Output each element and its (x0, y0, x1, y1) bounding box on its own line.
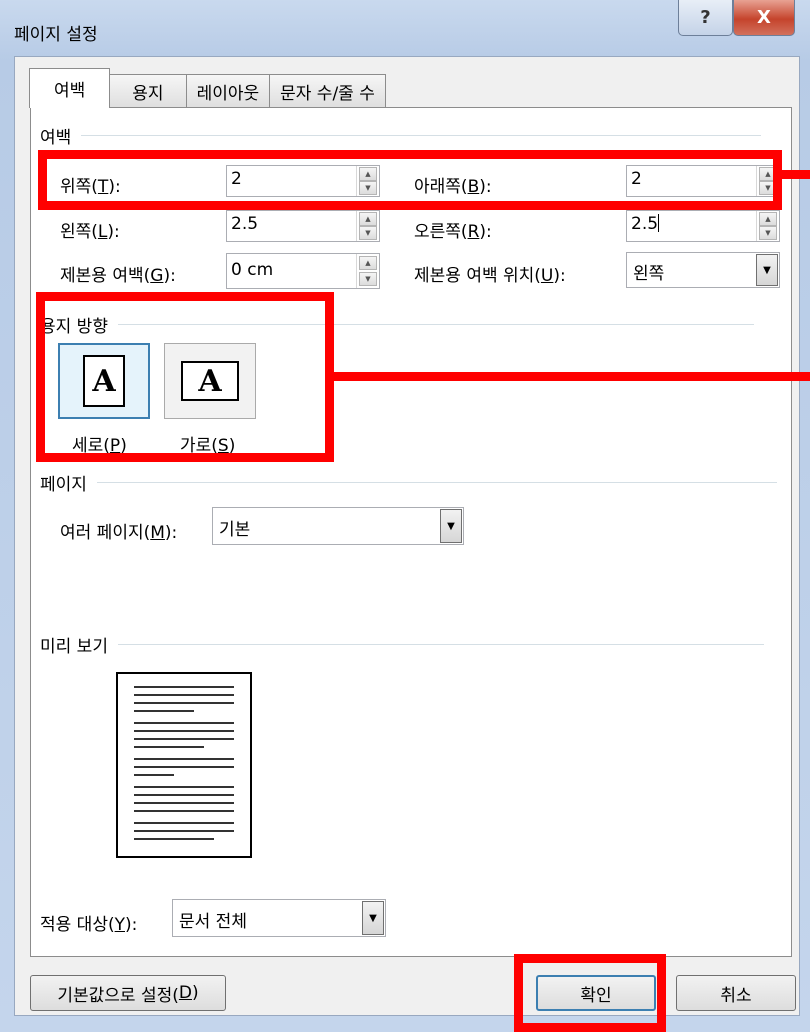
dialog-window: 페이지 설정 ? X 여백 용지 레이아웃 문자 수/줄 수 여백 위쪽(T):… (0, 0, 810, 1032)
right-margin-label: 오른쪽(R): (414, 222, 492, 242)
spin-down-icon[interactable]: ▼ (759, 226, 777, 240)
dropdown-arrow-icon[interactable]: ▼ (362, 901, 384, 935)
spin-up-icon[interactable]: ▲ (359, 212, 377, 226)
highlight-pointer (782, 170, 810, 179)
divider (81, 135, 762, 136)
tab-layout[interactable]: 레이아웃 (185, 74, 271, 108)
gutter-position-value: 왼쪽 (633, 264, 665, 284)
spin-up-icon[interactable]: ▲ (359, 256, 377, 270)
preview-group-label: 미리 보기 (40, 637, 108, 657)
margins-group-header: 여백 (40, 123, 762, 148)
multiple-pages-label: 여러 페이지(M): (60, 523, 178, 543)
help-button[interactable]: ? (678, 0, 733, 36)
tab-margins[interactable]: 여백 (29, 68, 111, 108)
pages-group-header: 페이지 (40, 470, 777, 495)
right-margin-spinner[interactable]: 2.5 ▲ ▼ (626, 210, 780, 242)
tab-paper[interactable]: 용지 (109, 74, 187, 108)
spin-up-icon[interactable]: ▲ (759, 212, 777, 226)
close-button[interactable]: X (733, 0, 795, 36)
preview-group-header: 미리 보기 (40, 632, 764, 657)
tab-strip: 여백 용지 레이아웃 문자 수/줄 수 (29, 68, 386, 108)
left-margin-spinner[interactable]: 2.5 ▲ ▼ (226, 210, 380, 242)
highlight-pointer (334, 372, 810, 381)
page-preview (116, 672, 252, 858)
spin-down-icon[interactable]: ▼ (359, 272, 377, 286)
multiple-pages-value: 기본 (219, 520, 251, 540)
right-margin-value: 2.5 (631, 214, 660, 234)
divider (117, 644, 764, 645)
apply-to-label: 적용 대상(Y): (40, 915, 138, 935)
apply-to-value: 문서 전체 (179, 912, 247, 932)
help-icon: ? (700, 7, 711, 28)
cancel-button[interactable]: 취소 (676, 975, 796, 1011)
apply-to-select[interactable]: 문서 전체 ▼ (172, 899, 386, 937)
highlight-box-ok (514, 954, 666, 1032)
gutter-label: 제본용 여백(G): (60, 266, 176, 286)
spin-down-icon[interactable]: ▼ (359, 226, 377, 240)
dialog-title: 페이지 설정 (14, 25, 98, 45)
dropdown-arrow-icon[interactable]: ▼ (756, 254, 778, 286)
dropdown-arrow-icon[interactable]: ▼ (440, 509, 462, 543)
gutter-spinner[interactable]: 0 cm ▲ ▼ (226, 253, 380, 289)
divider (96, 482, 777, 483)
highlight-box-top-bottom (38, 150, 782, 210)
gutter-position-select[interactable]: 왼쪽 ▼ (626, 252, 780, 288)
left-margin-value: 2.5 (231, 214, 259, 234)
margins-group-label: 여백 (40, 128, 72, 148)
pages-group-label: 페이지 (40, 475, 87, 495)
close-icon: X (757, 7, 771, 28)
left-margin-label: 왼쪽(L): (60, 222, 120, 242)
tab-chars-lines[interactable]: 문자 수/줄 수 (269, 74, 386, 108)
highlight-box-orientation (36, 292, 334, 462)
gutter-position-label: 제본용 여백 위치(U): (414, 266, 566, 286)
multiple-pages-select[interactable]: 기본 ▼ (212, 507, 464, 545)
gutter-value: 0 cm (231, 260, 274, 280)
set-as-default-button[interactable]: 기본값으로 설정(D) (30, 975, 226, 1011)
